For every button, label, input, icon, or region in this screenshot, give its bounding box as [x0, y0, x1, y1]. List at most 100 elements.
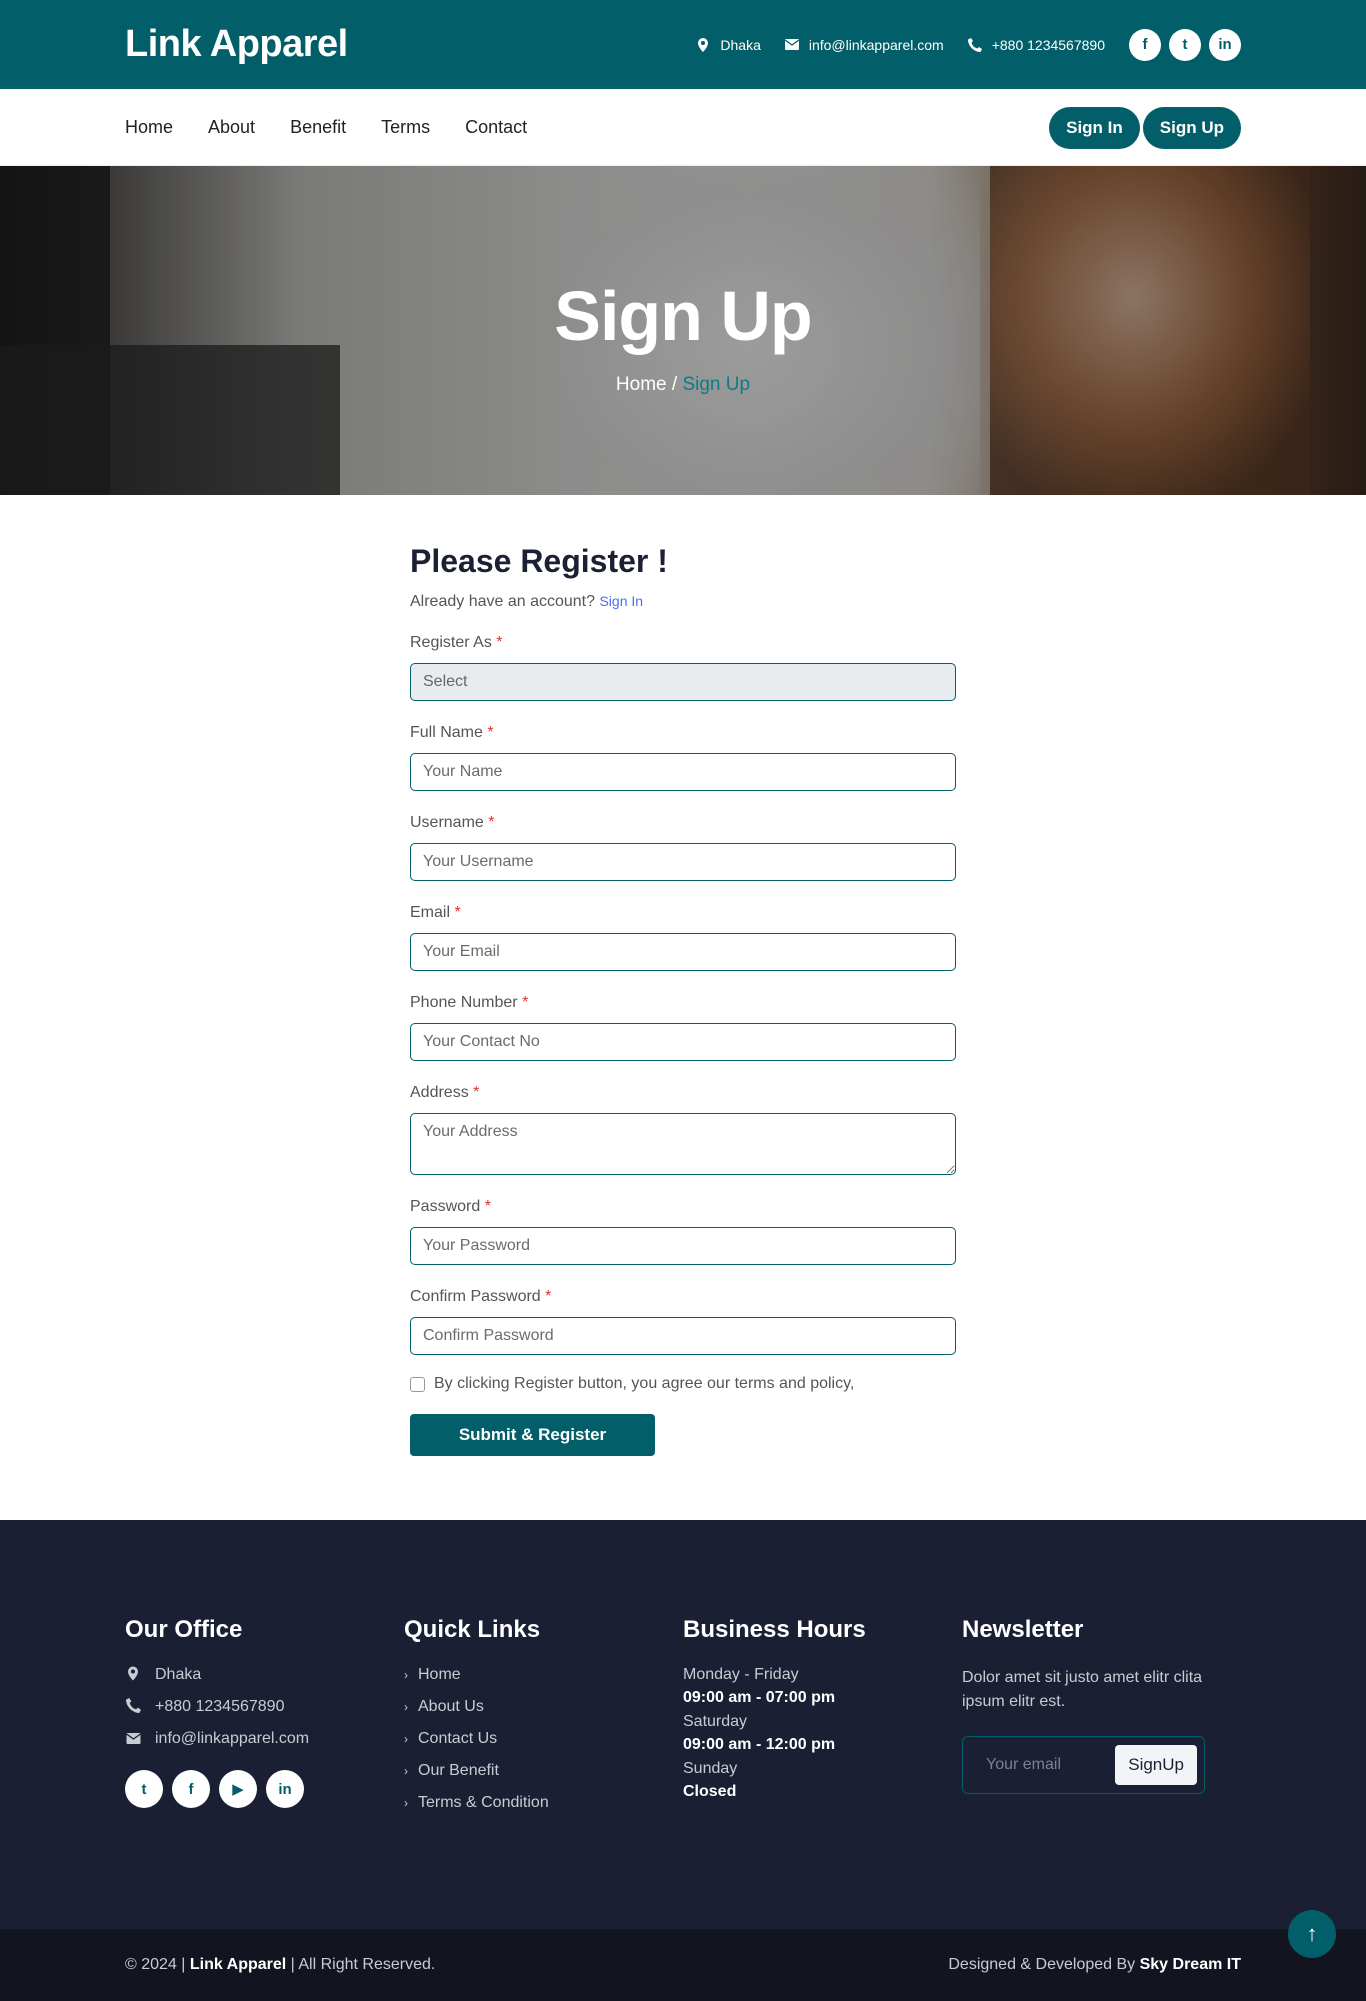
password-label: Password * — [410, 1198, 956, 1216]
password-input[interactable] — [410, 1227, 956, 1265]
username-label-text: Username — [410, 814, 484, 831]
hours-day: Monday - Friday — [683, 1666, 799, 1683]
required-mark: * — [484, 1198, 491, 1215]
office-email: info@linkapparel.com — [125, 1730, 404, 1748]
register-as-label: Register As * — [410, 634, 956, 652]
linkedin-icon[interactable]: in — [266, 1770, 304, 1808]
email-input[interactable] — [410, 933, 956, 971]
newsletter-email-input[interactable]: Your email — [986, 1756, 1061, 1774]
envelope-icon — [784, 38, 799, 52]
phone-label: Phone Number * — [410, 994, 956, 1012]
office-phone: +880 1234567890 — [125, 1698, 404, 1716]
office-location-text: Dhaka — [155, 1666, 202, 1683]
username-field: Username * — [410, 814, 956, 881]
terms-text: By clicking Register button, you agree o… — [434, 1375, 855, 1392]
top-location-text: Dhaka — [720, 36, 761, 53]
confirm-password-field: Confirm Password * — [410, 1288, 956, 1355]
brand-logo[interactable]: Link Apparel — [125, 23, 348, 66]
full-name-label: Full Name * — [410, 724, 956, 742]
register-as-select[interactable]: Select — [410, 663, 956, 701]
required-mark: * — [522, 994, 529, 1011]
signin-button[interactable]: Sign In — [1049, 106, 1140, 149]
copyright: © 2024 | Link Apparel | All Right Reserv… — [125, 1956, 435, 1974]
top-email[interactable]: info@linkapparel.com — [784, 37, 944, 53]
credit-name[interactable]: Sky Dream IT — [1140, 1956, 1241, 1973]
facebook-icon[interactable]: f — [172, 1770, 210, 1808]
nav-contact[interactable]: Contact — [465, 117, 527, 138]
twitter-icon[interactable]: t — [125, 1770, 163, 1808]
newsletter-text: Dolor amet sit justo amet elitr clita ip… — [962, 1669, 1203, 1710]
signup-button[interactable]: Sign Up — [1142, 106, 1241, 149]
quick-links-title: Quick Links — [404, 1616, 541, 1643]
form-title: Please Register ! — [410, 543, 668, 579]
credit-prefix: Designed & Developed By — [948, 1956, 1136, 1973]
username-label: Username * — [410, 814, 956, 832]
footer-office-title: Our Office — [125, 1616, 243, 1643]
email-label: Email * — [410, 904, 956, 922]
confirm-password-label-text: Confirm Password — [410, 1288, 541, 1305]
twitter-icon[interactable]: t — [1169, 28, 1201, 61]
phone-icon — [125, 1698, 141, 1716]
office-email-text: info@linkapparel.com — [155, 1730, 310, 1747]
password-label-text: Password — [410, 1198, 481, 1215]
envelope-icon — [125, 1731, 141, 1747]
youtube-icon[interactable]: ▶ — [219, 1770, 257, 1808]
page-title: Sign Up — [554, 276, 812, 355]
chevron-right-icon: › — [404, 1732, 408, 1746]
footer-business-hours: Business Hours Monday - Friday 09:00 am … — [683, 1616, 962, 1826]
signin-link[interactable]: Sign In — [599, 593, 643, 609]
password-field: Password * — [410, 1198, 956, 1265]
top-phone[interactable]: +880 1234567890 — [967, 37, 1105, 53]
copyright-prefix: © 2024 | — [125, 1956, 186, 1973]
facebook-icon[interactable]: f — [1129, 28, 1161, 61]
terms-checkbox[interactable] — [410, 1376, 425, 1392]
address-label: Address * — [410, 1084, 956, 1102]
quick-link-label: Contact Us — [418, 1730, 498, 1747]
already-account-text: Already have an account? — [410, 593, 596, 610]
quick-link-benefit[interactable]: › Our Benefit — [404, 1762, 683, 1780]
full-name-input[interactable] — [410, 753, 956, 791]
copyright-suffix: | All Right Reserved. — [290, 1956, 436, 1973]
credit: Designed & Developed By Sky Dream IT — [948, 1956, 1241, 1974]
email-field: Email * — [410, 904, 956, 971]
submit-register-button[interactable]: Submit & Register — [410, 1414, 655, 1456]
footer-newsletter: Newsletter Dolor amet sit justo amet eli… — [962, 1616, 1241, 1826]
register-as-label-text: Register As — [410, 634, 492, 651]
quick-link-contact[interactable]: › Contact Us — [404, 1730, 683, 1748]
hours-day: Saturday — [683, 1713, 748, 1730]
phone-field: Phone Number * — [410, 994, 956, 1061]
newsletter-form: Your email SignUp — [962, 1736, 1205, 1794]
quick-link-about[interactable]: › About Us — [404, 1698, 683, 1716]
address-textarea[interactable] — [410, 1113, 956, 1175]
linkedin-icon[interactable]: in — [1209, 28, 1241, 61]
phone-input[interactable] — [410, 1023, 956, 1061]
top-bar: Link Apparel Dhaka info@linkapparel.com … — [0, 0, 1366, 89]
nav-terms[interactable]: Terms — [381, 117, 430, 138]
quick-link-home[interactable]: › Home — [404, 1666, 683, 1684]
newsletter-title: Newsletter — [962, 1616, 1084, 1643]
footer-social-links: t f ▶ in — [125, 1770, 404, 1808]
quick-link-terms[interactable]: › Terms & Condition — [404, 1794, 683, 1812]
required-mark: * — [545, 1288, 552, 1305]
newsletter-signup-button[interactable]: SignUp — [1115, 1745, 1197, 1785]
nav-about[interactable]: About — [208, 117, 255, 138]
footer: Our Office Dhaka +880 1234567890 info@li… — [0, 1520, 1366, 1929]
hours-time: Closed — [683, 1783, 737, 1800]
breadcrumb-home[interactable]: Home — [616, 374, 667, 395]
username-input[interactable] — [410, 843, 956, 881]
terms-agreement: By clicking Register button, you agree o… — [410, 1375, 956, 1393]
full-name-field: Full Name * — [410, 724, 956, 791]
required-mark: * — [496, 634, 503, 651]
chevron-right-icon: › — [404, 1764, 408, 1778]
back-to-top-button[interactable]: ↑ — [1288, 1910, 1336, 1958]
nav-benefit[interactable]: Benefit — [290, 117, 346, 138]
nav-home[interactable]: Home — [125, 117, 173, 138]
top-location: Dhaka — [696, 36, 761, 53]
already-account: Already have an account? Sign In — [410, 593, 956, 611]
confirm-password-input[interactable] — [410, 1317, 956, 1355]
quick-link-label: Terms & Condition — [418, 1794, 549, 1811]
copyright-brand[interactable]: Link Apparel — [190, 1956, 286, 1973]
address-field: Address * — [410, 1084, 956, 1175]
breadcrumb-separator: / — [671, 373, 678, 395]
email-label-text: Email — [410, 904, 451, 921]
